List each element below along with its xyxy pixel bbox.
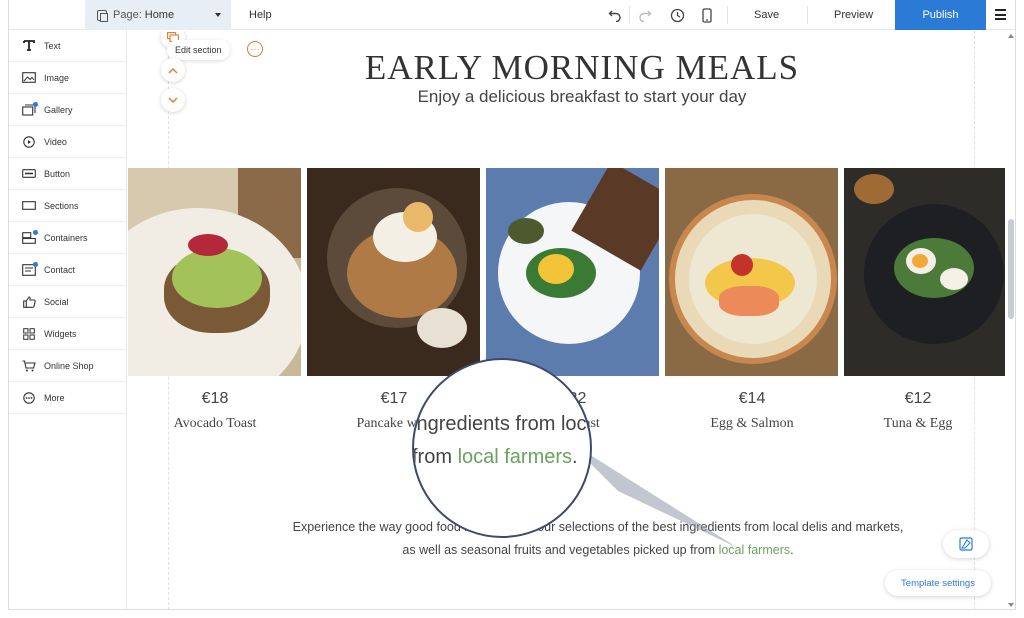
item-name[interactable]: Tuna & Egg <box>833 416 1003 432</box>
button-icon <box>22 168 36 180</box>
magnified-text-line-1: ingredients from loca <box>412 413 592 435</box>
toolbar-divider <box>807 6 808 24</box>
page-canvas: Edit section ··· EARLY MORNING MEALS Enj… <box>128 31 1005 609</box>
sidebar-item-label: More <box>44 392 65 403</box>
sidebar-item-social[interactable]: Social <box>9 286 126 318</box>
save-button[interactable]: Save <box>754 9 779 21</box>
pages-icon <box>97 9 108 22</box>
sidebar-item-label: Sections <box>44 200 79 211</box>
text-icon <box>22 40 36 52</box>
sidebar-item-widgets[interactable]: Widgets <box>9 318 126 350</box>
image-icon <box>22 72 36 84</box>
sidebar-item-label: Social <box>44 296 69 307</box>
sidebar-item-label: Containers <box>44 232 88 243</box>
sidebar-item-label: Image <box>44 72 70 83</box>
more-icon <box>22 391 36 404</box>
top-toolbar: Page: Home Help Save Preview Publish <box>9 0 1015 30</box>
sidebar-item-label: Online Shop <box>44 360 94 371</box>
body-line-2-suffix: . <box>790 543 794 557</box>
sections-icon <box>22 200 36 212</box>
new-badge <box>33 101 38 107</box>
sidebar-item-containers[interactable]: Containers <box>9 222 126 254</box>
section-subheading[interactable]: Enjoy a delicious breakfast to start you… <box>128 87 1005 107</box>
magnified-text-line-2: from local farmers. <box>412 446 578 469</box>
item-name[interactable]: Avocado Toast <box>130 416 300 432</box>
zoom-magnifier: ingredients from loca from local farmers… <box>412 358 592 538</box>
gallery-image[interactable] <box>486 168 659 376</box>
vertical-scrollbar[interactable] <box>1005 31 1015 609</box>
scroll-down-icon[interactable] <box>1008 603 1014 607</box>
sidebar-item-sections[interactable]: Sections <box>9 190 126 222</box>
page-selector-prefix: Page: <box>113 9 142 21</box>
item-price[interactable]: €12 <box>833 390 1003 408</box>
template-settings-button[interactable]: Template settings <box>885 570 991 596</box>
sidebar-item-text[interactable]: Text <box>9 30 126 62</box>
redo-icon[interactable] <box>636 6 654 24</box>
gallery-image[interactable] <box>128 168 301 376</box>
sidebar-item-button[interactable]: Button <box>9 158 126 190</box>
sidebar-item-gallery[interactable]: Gallery <box>9 94 126 126</box>
magnified-text-prefix: from <box>412 446 452 468</box>
undo-icon[interactable] <box>606 6 624 24</box>
magnified-link: local farmers <box>457 446 573 468</box>
item-price[interactable]: €14 <box>667 390 837 408</box>
thumbs-up-icon <box>22 295 36 308</box>
new-badge <box>33 261 38 267</box>
sidebar-item-label: Text <box>44 40 61 51</box>
gallery-row <box>128 168 1005 376</box>
cart-icon <box>22 359 36 372</box>
containers-icon <box>22 229 38 244</box>
element-sidebar: Text Image Gallery Video Button Sections… <box>9 30 127 609</box>
help-link[interactable]: Help <box>249 9 272 21</box>
page-selector[interactable]: Page: Home <box>85 0 231 30</box>
gallery-icon <box>22 101 38 116</box>
sidebar-item-label: Button <box>44 168 71 179</box>
sidebar-item-video[interactable]: Video <box>9 126 126 158</box>
toolbar-divider <box>727 6 728 24</box>
sidebar-item-label: Gallery <box>44 104 73 115</box>
sidebar-item-label: Contact <box>44 264 76 275</box>
chevron-down-icon <box>215 13 221 17</box>
contact-icon <box>22 261 38 276</box>
magnifier-pointer <box>568 441 738 548</box>
sidebar-item-image[interactable]: Image <box>9 62 126 94</box>
history-icon[interactable] <box>668 6 686 24</box>
toolbar-divider <box>629 6 630 24</box>
magnified-text-suffix: . <box>572 446 578 468</box>
mobile-icon[interactable] <box>698 6 716 24</box>
sidebar-item-label: Video <box>44 136 67 147</box>
scroll-up-icon[interactable] <box>1008 34 1014 38</box>
editor-window: Page: Home Help Save Preview Publish Tex… <box>8 0 1016 610</box>
preview-button[interactable]: Preview <box>834 9 873 21</box>
item-name[interactable]: Egg & Salmon <box>667 416 837 432</box>
new-badge <box>33 229 38 235</box>
widgets-icon <box>22 327 36 340</box>
section-heading[interactable]: EARLY MORNING MEALS <box>128 48 1005 88</box>
sidebar-item-more[interactable]: More <box>9 382 126 414</box>
publish-button[interactable]: Publish <box>895 0 986 30</box>
sidebar-item-contact[interactable]: Contact <box>9 254 126 286</box>
gallery-image[interactable] <box>307 168 480 376</box>
item-price[interactable]: €18 <box>130 390 300 408</box>
scroll-thumb[interactable] <box>1008 219 1014 319</box>
page-selector-value: Home <box>144 9 175 21</box>
gallery-image[interactable] <box>844 168 1005 376</box>
gallery-image[interactable] <box>665 168 838 376</box>
sidebar-item-label: Widgets <box>44 328 77 339</box>
menu-icon[interactable] <box>995 9 1006 20</box>
video-icon <box>22 135 36 148</box>
design-icon[interactable] <box>943 530 989 558</box>
sidebar-item-online-shop[interactable]: Online Shop <box>9 350 126 382</box>
